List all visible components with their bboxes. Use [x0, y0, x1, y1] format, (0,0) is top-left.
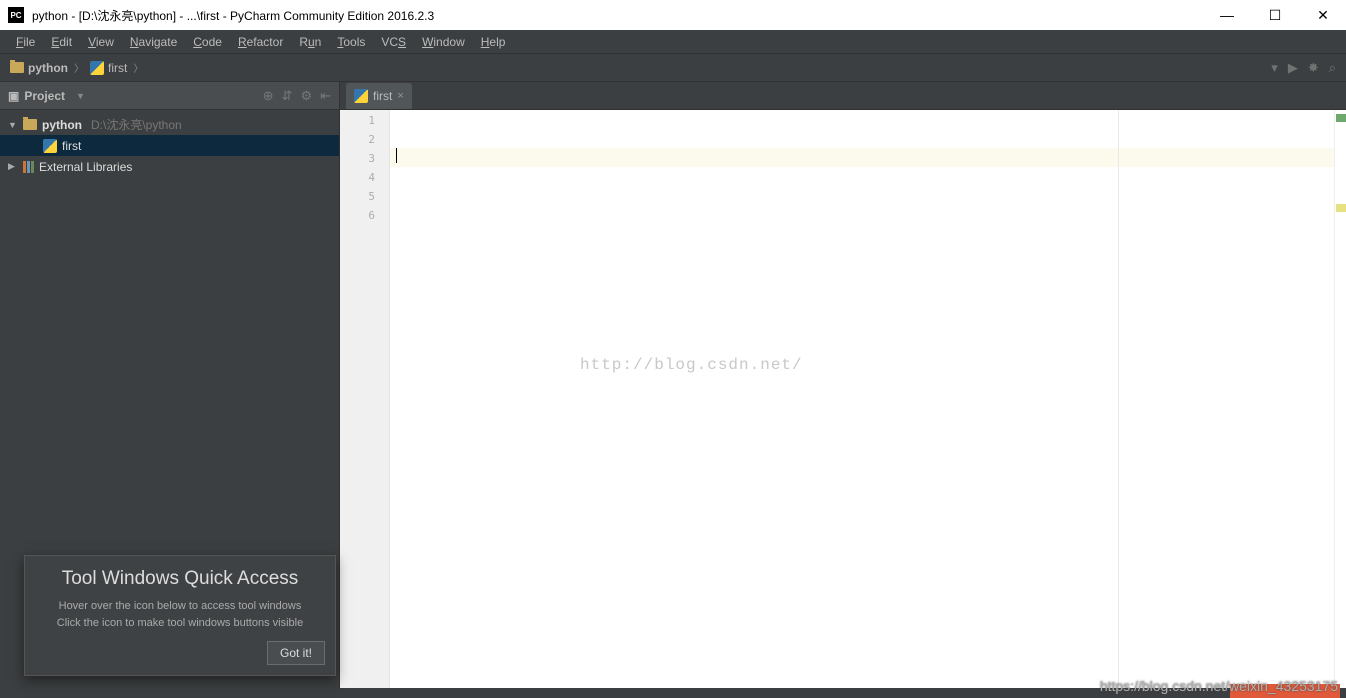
breadcrumb-project-label: python	[28, 61, 68, 75]
tree-external-libraries[interactable]: ▶ External Libraries	[0, 156, 339, 177]
folder-icon	[10, 62, 24, 73]
editor-tab-label: first	[373, 89, 392, 103]
breadcrumb-file-label: first	[108, 61, 127, 75]
popup-line2: Click the icon to make tool windows butt…	[57, 617, 303, 629]
libraries-icon	[23, 161, 34, 173]
window-titlebar: PC python - [D:\沈永亮\python] - ...\first …	[0, 0, 1346, 30]
tree-project-root[interactable]: ▼ python D:\沈永亮\python	[0, 114, 339, 135]
tool-windows-tip-popup: Tool Windows Quick Access Hover over the…	[24, 555, 336, 676]
chevron-right-icon: 〉	[133, 60, 143, 75]
run-button[interactable]: ▶	[1288, 60, 1298, 76]
gutter: 1 2 3 4 5 6	[340, 110, 390, 688]
menu-window[interactable]: Window	[414, 32, 473, 52]
editor-body[interactable]: 1 2 3 4 5 6 http://blog.csdn.net/	[340, 110, 1346, 688]
python-file-icon	[90, 61, 104, 75]
menu-navigate[interactable]: Navigate	[122, 32, 185, 52]
menu-vcs[interactable]: VCS	[373, 32, 414, 52]
line-number: 5	[340, 190, 389, 209]
project-tool-label: Project	[24, 89, 65, 103]
search-everywhere-button[interactable]: ⌕	[1329, 60, 1336, 76]
breadcrumb: python 〉 first 〉	[10, 60, 1271, 75]
tree-external-label: External Libraries	[39, 160, 132, 174]
got-it-button[interactable]: Got it!	[267, 641, 325, 665]
tree-file-first[interactable]: first	[0, 135, 339, 156]
tree-root-path: D:\沈永亮\python	[91, 116, 182, 133]
menu-file[interactable]: File	[8, 32, 43, 52]
text-caret	[396, 148, 397, 163]
tree-file-label: first	[62, 139, 81, 153]
line-number: 4	[340, 171, 389, 190]
project-icon: ▣	[8, 89, 19, 103]
popup-line1: Hover over the icon below to access tool…	[59, 600, 302, 612]
menu-tools[interactable]: Tools	[329, 32, 373, 52]
collapse-all-icon[interactable]: ⇵	[282, 88, 293, 104]
line-number: 2	[340, 133, 389, 152]
window-title: python - [D:\沈永亮\python] - ...\first - P…	[32, 7, 1212, 24]
folder-icon	[23, 119, 37, 130]
expand-arrow-icon[interactable]: ▶	[8, 161, 18, 172]
marker-ok	[1336, 114, 1346, 122]
scroll-from-source-icon[interactable]: ⊕	[263, 88, 274, 104]
expand-arrow-icon[interactable]: ▼	[8, 120, 18, 130]
minimize-button[interactable]: —	[1212, 0, 1242, 30]
marker-strip[interactable]	[1334, 110, 1346, 688]
gear-icon[interactable]: ⚙	[300, 88, 312, 104]
python-file-icon	[43, 139, 57, 153]
project-tool-title[interactable]: ▣ Project ▼	[8, 89, 263, 103]
popup-body: Hover over the icon below to access tool…	[35, 598, 325, 631]
navigation-bar: python 〉 first 〉 ▾ ▶ ✸ ⌕	[0, 54, 1346, 82]
tree-root-label: python	[42, 118, 82, 132]
popup-title: Tool Windows Quick Access	[35, 568, 325, 590]
chevron-right-icon: 〉	[74, 60, 84, 75]
right-margin-ruler	[1118, 110, 1119, 688]
sidebar-tools: ⊕ ⇵ ⚙ ⇤	[263, 88, 331, 104]
run-config-dropdown[interactable]: ▾	[1271, 60, 1278, 76]
menu-run[interactable]: Run	[291, 32, 329, 52]
chevron-down-icon: ▼	[76, 91, 85, 101]
line-number: 1	[340, 114, 389, 133]
menu-help[interactable]: Help	[473, 32, 514, 52]
breadcrumb-file[interactable]: first	[90, 61, 127, 75]
menu-code[interactable]: Code	[185, 32, 230, 52]
editor-tab-first[interactable]: first ×	[346, 83, 412, 109]
app-icon: PC	[8, 7, 24, 23]
marker-warning	[1336, 204, 1346, 212]
debug-button[interactable]: ✸	[1308, 60, 1319, 76]
menu-edit[interactable]: Edit	[43, 32, 80, 52]
watermark-text: http://blog.csdn.net/	[580, 356, 803, 374]
menu-view[interactable]: View	[80, 32, 122, 52]
close-button[interactable]: ✕	[1308, 0, 1338, 30]
code-area[interactable]: http://blog.csdn.net/	[390, 110, 1334, 688]
breadcrumb-project[interactable]: python	[10, 61, 68, 75]
python-file-icon	[354, 89, 368, 103]
menu-bar: File Edit View Navigate Code Refactor Ru…	[0, 30, 1346, 54]
menu-refactor[interactable]: Refactor	[230, 32, 291, 52]
close-tab-icon[interactable]: ×	[397, 90, 403, 102]
line-number: 6	[340, 209, 389, 228]
window-controls: — ☐ ✕	[1212, 0, 1338, 30]
editor-area: first × 1 2 3 4 5 6 http://blog.csd	[340, 82, 1346, 688]
toolbar-right: ▾ ▶ ✸ ⌕	[1271, 60, 1336, 76]
editor-tabs: first ×	[340, 82, 1346, 110]
maximize-button[interactable]: ☐	[1260, 0, 1290, 30]
hide-icon[interactable]: ⇤	[320, 88, 331, 104]
line-number: 3	[340, 152, 389, 171]
footer-watermark: https://blog.csdn.net/weixin_43253175	[1100, 678, 1338, 694]
project-sidebar-header: ▣ Project ▼ ⊕ ⇵ ⚙ ⇤	[0, 82, 339, 110]
